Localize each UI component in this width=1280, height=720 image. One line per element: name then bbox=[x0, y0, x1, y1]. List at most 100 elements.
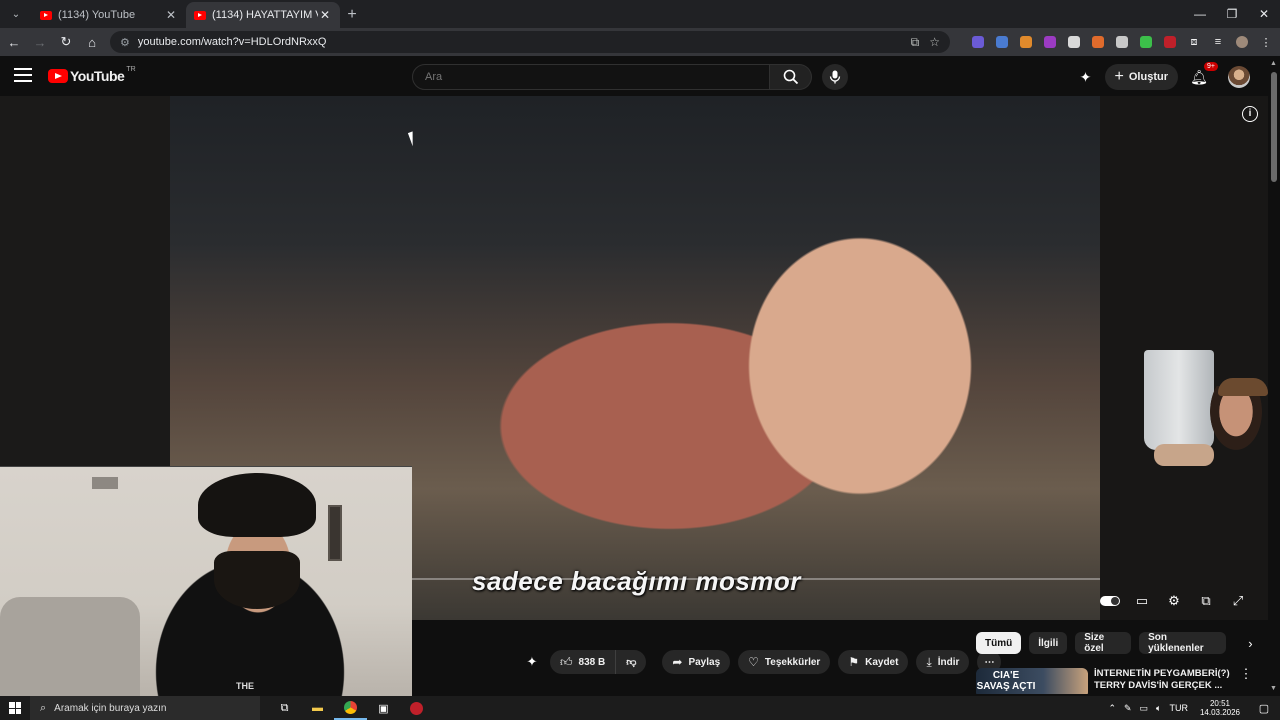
share-button[interactable]: ➦ Paylaş bbox=[662, 650, 731, 674]
chip-related[interactable]: İlgili bbox=[1029, 632, 1068, 654]
new-tab-icon[interactable]: + bbox=[340, 3, 364, 27]
extension-icon[interactable] bbox=[1062, 32, 1086, 52]
install-app-icon[interactable]: ⧉ bbox=[911, 35, 920, 50]
search-icon: ⌕ bbox=[40, 701, 47, 714]
profile-icon[interactable] bbox=[1230, 32, 1254, 52]
chip-recent[interactable]: Son yüklenenler bbox=[1139, 632, 1227, 654]
video-actions-area: ✦ 👍︎ 838 B 👎︎ ➦ Paylaş ♡ Teşekkürler ⚑ K… bbox=[412, 620, 1268, 694]
video-subtitle: sadece bacağımı mosmor bbox=[472, 566, 801, 596]
recommended-title[interactable]: İNTERNETİN PEYGAMBERİ(?) TERRY DAVİS'İN … bbox=[1094, 668, 1234, 692]
more-vertical-icon[interactable]: ⋮ bbox=[1238, 666, 1254, 682]
obs-icon[interactable] bbox=[400, 696, 433, 720]
terminal-icon[interactable]: ▣ bbox=[367, 696, 400, 720]
page-scrollbar[interactable]: ▲ ▼ bbox=[1268, 56, 1280, 696]
voice-search-button[interactable] bbox=[822, 64, 848, 90]
chip-all[interactable]: Tümü bbox=[976, 632, 1022, 654]
taskbar-search[interactable]: ⌕ Aramak için buraya yazın bbox=[30, 696, 260, 720]
extension-icon[interactable] bbox=[1038, 32, 1062, 52]
ai-sparkle-icon[interactable]: ✦ bbox=[1073, 64, 1099, 90]
extension-icon[interactable] bbox=[1158, 32, 1182, 52]
tray-chevron-icon[interactable]: ⌃ bbox=[1108, 703, 1116, 714]
tab-search-icon[interactable]: ⌄ bbox=[4, 2, 28, 26]
site-info-icon[interactable]: ⚙ bbox=[120, 36, 130, 49]
like-button[interactable]: 👍︎ 838 B bbox=[550, 650, 617, 674]
extension-icon[interactable] bbox=[1014, 32, 1038, 52]
reload-icon[interactable]: ↻ bbox=[54, 30, 78, 54]
progress-bar[interactable] bbox=[412, 578, 1100, 580]
tab-title: (1134) HAYATTAYIM VLOG - You bbox=[212, 9, 318, 21]
extensions-puzzle-icon[interactable]: ⧈ bbox=[1182, 32, 1206, 52]
youtube-masthead: YouTube TR ✦ + Oluştur 🔔︎ 9+ bbox=[0, 56, 1268, 96]
download-button[interactable]: ⤓ İndir bbox=[916, 650, 970, 674]
sofa bbox=[0, 597, 140, 696]
fullscreen-icon[interactable]: ⤢ bbox=[1222, 590, 1254, 612]
dislike-button[interactable]: 👎︎ bbox=[616, 650, 647, 674]
wall-vent bbox=[92, 477, 118, 489]
browser-tab-youtube[interactable]: (1134) YouTube ✕ bbox=[32, 2, 186, 28]
restore-icon[interactable]: ❐ bbox=[1216, 0, 1248, 28]
chip-for-you[interactable]: Size özel bbox=[1075, 632, 1132, 654]
file-explorer-icon[interactable]: ▬ bbox=[301, 696, 334, 720]
autoplay-toggle[interactable] bbox=[1094, 590, 1126, 612]
search-icon bbox=[783, 69, 798, 85]
share-label: Paylaş bbox=[688, 656, 721, 668]
like-count: 838 B bbox=[578, 656, 606, 668]
bookmark-star-icon[interactable]: ☆ bbox=[929, 35, 940, 49]
forward-icon[interactable]: → bbox=[28, 30, 52, 54]
subtitles-icon[interactable]: ▭ bbox=[1126, 590, 1158, 612]
chrome-icon[interactable] bbox=[334, 696, 367, 720]
close-tab-icon[interactable]: ✕ bbox=[318, 8, 332, 22]
minimize-icon[interactable]: — bbox=[1184, 0, 1216, 28]
extension-icon[interactable] bbox=[1110, 32, 1134, 52]
thanks-button[interactable]: ♡ Teşekkürler bbox=[738, 650, 831, 674]
scroll-up-icon[interactable]: ▲ bbox=[1270, 60, 1277, 67]
clock[interactable]: 20:51 14.03.2026 bbox=[1200, 699, 1240, 717]
task-view-icon[interactable]: ⧉ bbox=[268, 696, 301, 720]
scroll-down-icon[interactable]: ▼ bbox=[1270, 685, 1277, 692]
close-window-icon[interactable]: ✕ bbox=[1248, 0, 1280, 28]
chrome-menu-icon[interactable]: ⋮ bbox=[1254, 32, 1278, 52]
address-bar[interactable]: ⚙ youtube.com/watch?v=HDLOrdNRxxQ ⧉ ☆ bbox=[110, 31, 950, 53]
thanks-heart-icon: ♡ bbox=[748, 655, 759, 669]
create-button[interactable]: + Oluştur bbox=[1104, 64, 1178, 90]
extension-icon[interactable] bbox=[1086, 32, 1110, 52]
extension-icon[interactable] bbox=[966, 32, 990, 52]
settings-gear-icon[interactable]: ⚙ bbox=[1158, 590, 1190, 612]
info-icon[interactable]: i bbox=[1242, 106, 1258, 122]
thumbs-up-icon: 👍︎ bbox=[560, 654, 573, 669]
home-icon[interactable]: ⌂ bbox=[80, 30, 104, 54]
youtube-favicon-icon bbox=[194, 10, 206, 20]
start-button[interactable] bbox=[0, 696, 30, 720]
browser-tab-video[interactable]: (1134) HAYATTAYIM VLOG - You ✕ bbox=[186, 2, 340, 28]
recommended-video[interactable]: CIA'E SAVAŞ AÇTI İNTERNETİN PEYGAMBERİ(?… bbox=[976, 666, 1268, 694]
search-input[interactable] bbox=[412, 64, 770, 90]
toggle-icon bbox=[1100, 596, 1120, 606]
language-indicator[interactable]: TUR bbox=[1169, 703, 1188, 713]
thumbnail-text: CIA'E SAVAŞ AÇTI bbox=[976, 670, 1036, 692]
avatar[interactable] bbox=[1228, 66, 1250, 88]
close-tab-icon[interactable]: ✕ bbox=[164, 8, 178, 22]
browser-toolbar: ← → ↻ ⌂ ⚙ youtube.com/watch?v=HDLOrdNRxx… bbox=[0, 28, 1280, 56]
notifications-icon[interactable]: ▢ bbox=[1252, 702, 1276, 715]
ask-ai-icon[interactable]: ✦ bbox=[522, 652, 542, 672]
network-icon[interactable]: ▭ bbox=[1140, 703, 1149, 714]
chevron-right-icon[interactable]: › bbox=[1248, 636, 1268, 651]
reading-list-icon[interactable]: ≡ bbox=[1206, 32, 1230, 52]
notifications-bell-icon[interactable]: 🔔︎ 9+ bbox=[1186, 62, 1218, 90]
pen-icon[interactable]: ✎ bbox=[1124, 703, 1132, 714]
sticker-hat bbox=[1218, 378, 1268, 396]
tab-title: (1134) YouTube bbox=[58, 9, 136, 21]
save-button[interactable]: ⚑ Kaydet bbox=[838, 650, 909, 674]
volume-icon[interactable]: 🔈︎ bbox=[1156, 703, 1161, 714]
miniplayer-icon[interactable]: ⧉ bbox=[1190, 590, 1222, 612]
recommendation-chips: Tümü İlgili Size özel Son yüklenenler › bbox=[976, 632, 1268, 654]
recommended-thumbnail[interactable]: CIA'E SAVAŞ AÇTI bbox=[976, 668, 1088, 694]
youtube-logo[interactable]: YouTube TR bbox=[48, 66, 136, 84]
scrollbar-thumb[interactable] bbox=[1271, 72, 1277, 182]
extension-icon[interactable] bbox=[1134, 32, 1158, 52]
back-icon[interactable]: ← bbox=[2, 30, 26, 54]
extension-icon[interactable] bbox=[990, 32, 1014, 52]
search-button[interactable] bbox=[770, 64, 812, 90]
guide-menu-icon[interactable] bbox=[14, 68, 32, 84]
thumbs-down-icon: 👎︎ bbox=[626, 657, 637, 668]
